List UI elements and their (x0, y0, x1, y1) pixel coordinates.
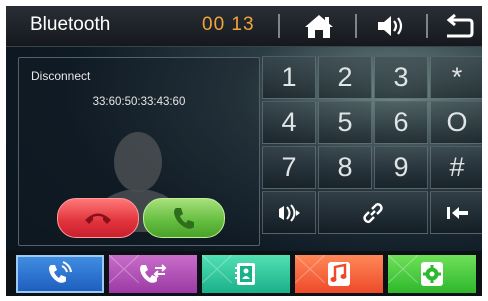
divider (278, 14, 280, 38)
key-2[interactable]: 2 (318, 56, 372, 99)
divider (426, 14, 428, 38)
tab-contacts[interactable] (202, 255, 290, 293)
gear-icon (421, 262, 443, 286)
switch-audio-icon (279, 203, 300, 222)
divider (355, 14, 357, 38)
phone-signal-icon (49, 261, 72, 283)
dial-keypad: 1 2 3 * 4 5 6 O 7 8 9 # (262, 56, 482, 248)
link-icon (363, 202, 383, 223)
call-timer: 00 13 (202, 14, 255, 35)
top-bar: Bluetooth 00 13 (6, 6, 482, 47)
key-9[interactable]: 9 (374, 146, 428, 189)
key-6[interactable]: 6 (374, 101, 428, 144)
key-1[interactable]: 1 (262, 56, 316, 99)
key-0[interactable]: O (430, 101, 482, 144)
key-star[interactable]: * (430, 56, 482, 99)
tab-dial[interactable] (16, 255, 104, 293)
key-7[interactable]: 7 (262, 146, 316, 189)
contacts-book-icon (235, 263, 255, 285)
tab-call-log[interactable] (109, 255, 197, 293)
music-note-icon (328, 262, 350, 286)
backspace-icon (447, 206, 468, 219)
home-icon[interactable] (303, 12, 335, 40)
back-icon[interactable] (443, 12, 475, 40)
tab-settings[interactable] (388, 255, 476, 293)
switch-audio-button[interactable] (262, 191, 316, 234)
contact-panel: Disconnect 33:60:50:33:43:60 (18, 57, 260, 246)
backspace-button[interactable] (430, 191, 482, 234)
key-5[interactable]: 5 (318, 101, 372, 144)
link-button[interactable] (318, 191, 428, 234)
key-hash[interactable]: # (430, 146, 482, 189)
device-address: 33:60:50:33:43:60 (92, 96, 186, 108)
volume-icon[interactable] (375, 12, 407, 40)
key-8[interactable]: 8 (318, 146, 372, 189)
connection-status: Disconnect (31, 69, 91, 83)
page-title: Bluetooth (30, 14, 111, 35)
hang-up-icon (85, 213, 111, 224)
key-3[interactable]: 3 (374, 56, 428, 99)
answer-call-icon (174, 208, 194, 229)
bottom-tab-bar (6, 251, 482, 296)
answer-call-button[interactable] (143, 198, 225, 238)
call-transfer-icon (140, 264, 167, 283)
hang-up-button[interactable] (57, 198, 139, 238)
tab-music[interactable] (295, 255, 383, 293)
key-4[interactable]: 4 (262, 101, 316, 144)
